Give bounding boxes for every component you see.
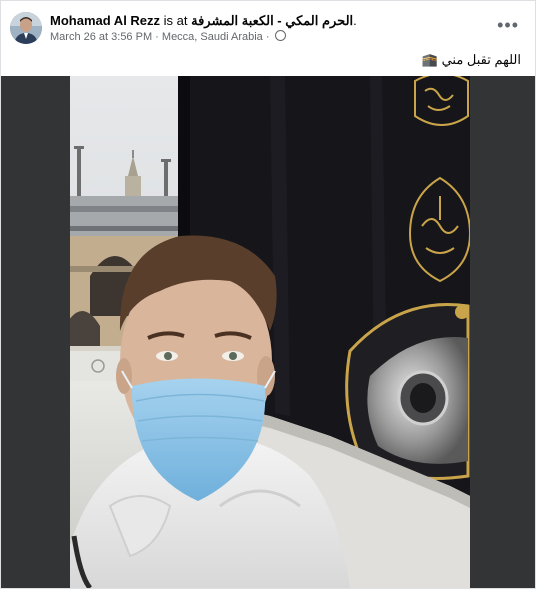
- more-options-icon[interactable]: •••: [497, 15, 519, 36]
- caption-text: اللهم تقبل مني: [441, 52, 521, 67]
- author-name[interactable]: Mohamad Al Rezz: [50, 13, 160, 28]
- place-link[interactable]: Mecca, Saudi Arabia: [162, 31, 263, 43]
- facebook-post: Mohamad Al Rezz is at الحرم المكي - الكع…: [0, 0, 536, 589]
- photo-illustration: [70, 76, 470, 588]
- post-meta: March 26 at 3:56 PM · Mecca, Saudi Arabi…: [50, 30, 286, 43]
- location-link[interactable]: الحرم المكي - الكعبة المشرفة: [191, 13, 353, 28]
- location-suffix: .: [353, 13, 357, 28]
- post-header-line: Mohamad Al Rezz is at الحرم المكي - الكع…: [50, 13, 357, 29]
- author-avatar[interactable]: [10, 12, 42, 44]
- is-at-text: is at: [163, 13, 188, 28]
- kaaba-emoji: 🕋: [421, 52, 438, 67]
- post-photo[interactable]: [70, 76, 470, 588]
- meta-separator: ·: [155, 31, 159, 43]
- post-timestamp[interactable]: March 26 at 3:56 PM: [50, 31, 152, 43]
- globe-icon: [274, 30, 286, 41]
- meta-separator-2: ·: [265, 31, 270, 43]
- avatar-image: [10, 12, 42, 44]
- post-caption: اللهم تقبل مني 🕋: [422, 52, 521, 68]
- post-photo-container[interactable]: [1, 76, 535, 588]
